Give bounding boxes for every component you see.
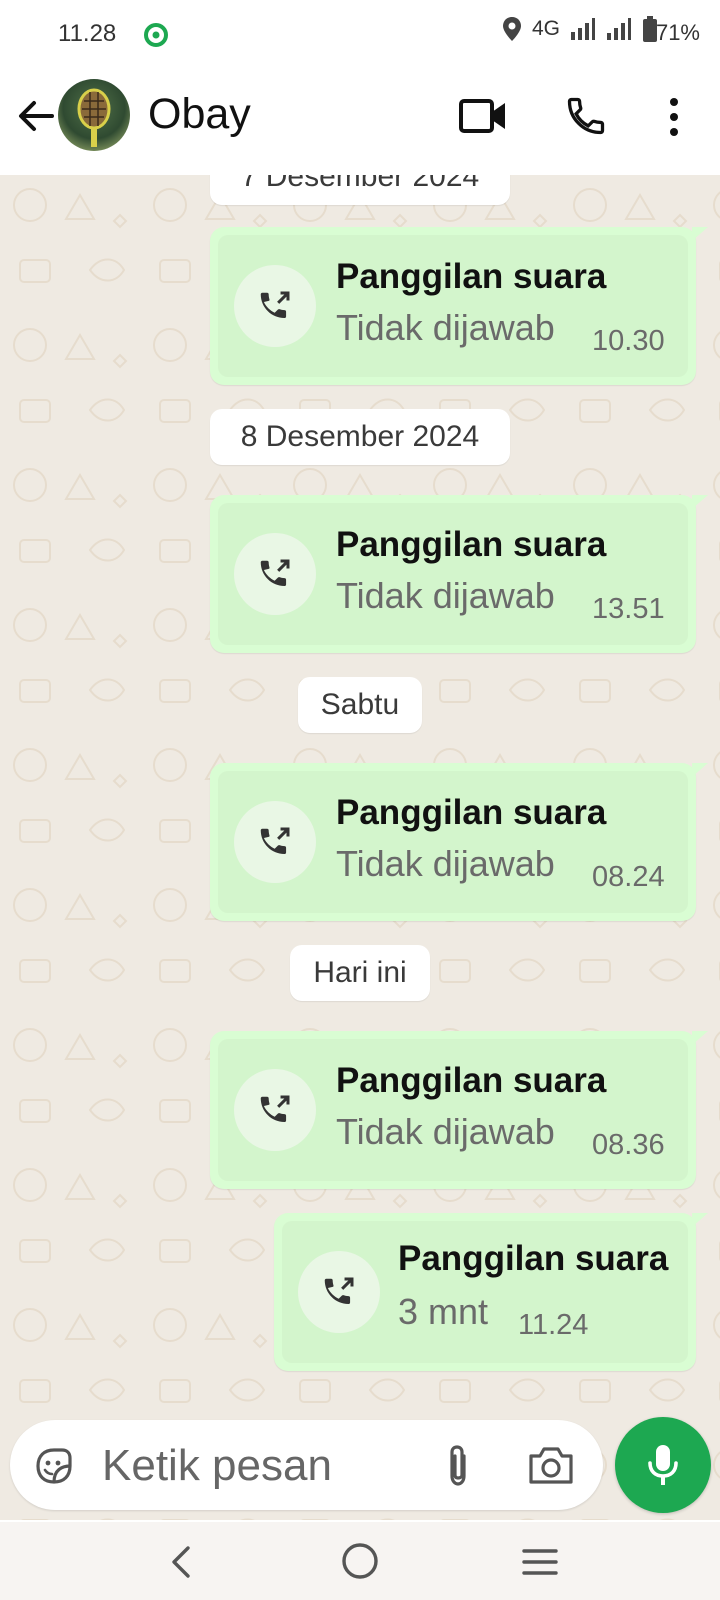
video-call-icon[interactable] [458,96,508,136]
call-time: 11.24 [518,1309,589,1341]
back-arrow-icon[interactable] [14,94,58,138]
chat-area[interactable]: 7 Desember 2024 Panggilan suara Tidak di… [0,175,720,1520]
avatar-image [77,88,111,147]
more-vert-icon[interactable] [656,96,692,138]
location-icon [502,17,521,41]
date-chip: 7 Desember 2024 [210,175,510,205]
date-chip: 8 Desember 2024 [210,409,510,465]
outgoing-call-icon [260,827,290,855]
call-status: Tidak dijawab [336,843,555,884]
call-bubble[interactable]: Panggilan suara Tidak dijawab 08.24 [210,763,708,921]
call-bubble[interactable]: Panggilan suara Tidak dijawab 13.51 [210,495,708,653]
bubble-tail [692,227,708,241]
message-composer [10,1420,603,1510]
call-title: Panggilan suara [336,793,607,832]
date-chip: Sabtu [298,677,422,733]
call-icon-circle [234,1069,316,1151]
camera-icon[interactable] [527,1444,575,1486]
outgoing-call-icon [324,1277,354,1305]
voice-call-icon[interactable] [564,94,608,138]
call-time: 10.30 [592,325,665,357]
call-status: Tidak dijawab [336,307,555,348]
signal-icon [571,18,595,40]
call-bubble[interactable]: Panggilan suara Tidak dijawab 08.36 [210,1031,708,1189]
bubble-tail [692,763,708,777]
system-nav-bar [0,1522,720,1600]
call-icon-circle [298,1251,380,1333]
bubble-tail [692,1031,708,1045]
call-status: 3 mnt [398,1291,489,1332]
nav-home-icon[interactable] [339,1540,381,1582]
battery-percent: 71% [655,20,700,45]
nav-back-icon[interactable] [164,1542,200,1582]
call-status: Tidak dijawab [336,575,555,616]
call-time: 08.24 [592,861,665,893]
bubble-tail [692,495,708,509]
message-input[interactable] [100,1438,424,1494]
mic-button[interactable] [615,1417,711,1513]
network-type: 4G [531,17,560,40]
status-bar: 11.28 4G 71% [0,0,720,70]
call-title: Panggilan suara [336,525,607,564]
call-title: Panggilan suara [336,1061,607,1100]
outgoing-call-icon [260,1095,290,1123]
avatar[interactable] [58,79,130,151]
call-status: Tidak dijawab [336,1111,555,1152]
date-chip: Hari ini [290,945,430,1001]
attach-icon[interactable] [438,1442,478,1490]
whatsapp-status-icon [144,23,168,47]
outgoing-call-icon [260,559,290,587]
call-bubble[interactable]: Panggilan suara 3 mnt 11.24 [274,1213,708,1371]
mic-icon [648,1445,678,1485]
call-title: Panggilan suara [336,257,607,296]
nav-recents-icon[interactable] [520,1542,560,1582]
chat-header: Obay [0,70,720,175]
contact-name[interactable]: Obay [148,90,251,139]
status-time: 11.28 [58,20,117,47]
outgoing-call-icon [260,291,290,319]
call-icon-circle [234,801,316,883]
sticker-icon[interactable] [32,1444,76,1488]
call-icon-circle [234,265,316,347]
bubble-tail [692,1213,708,1227]
call-title: Panggilan suara [398,1239,669,1278]
call-time: 13.51 [592,593,665,625]
status-indicators: 4G [502,16,658,42]
signal-icon-2 [607,18,631,40]
call-bubble[interactable]: Panggilan suara Tidak dijawab 10.30 [210,227,708,385]
call-icon-circle [234,533,316,615]
call-time: 08.36 [592,1129,665,1161]
